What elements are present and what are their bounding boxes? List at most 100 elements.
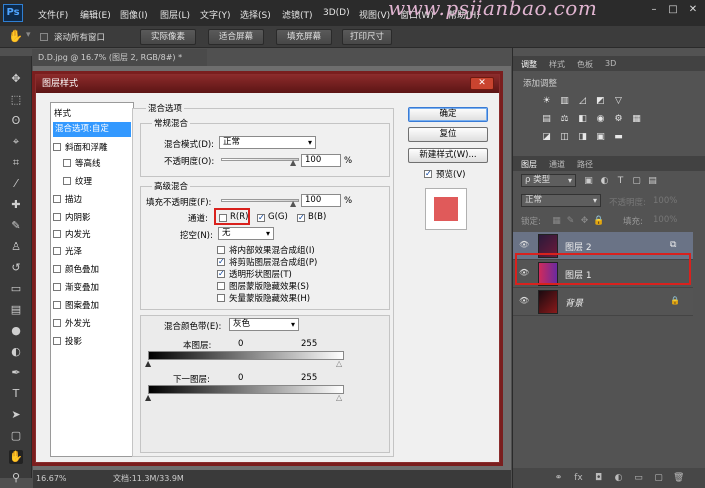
delete-layer-icon[interactable]: 🗑 <box>673 473 684 483</box>
style-item-drop-shadow[interactable]: 投影 <box>53 335 131 350</box>
dodge-tool-icon[interactable]: ◐ <box>9 345 23 359</box>
dropdown-arrow-icon[interactable]: ▾ <box>26 30 31 40</box>
channel-g-checkbox[interactable] <box>257 214 265 222</box>
add-mask-icon[interactable]: ◘ <box>593 473 604 483</box>
quick-select-tool-icon[interactable]: ⌖ <box>9 135 23 149</box>
vibrance-icon[interactable]: ▽ <box>613 96 624 106</box>
menu-layer[interactable]: 图层(L) <box>160 8 190 21</box>
underlying-white-handle-icon[interactable]: △ <box>336 393 342 402</box>
layer-filter-select[interactable]: ρ 类型 <box>521 174 576 187</box>
drop-shadow-checkbox[interactable] <box>53 337 61 345</box>
tab-adjustments[interactable]: 调整 <box>521 59 537 70</box>
satin-checkbox[interactable] <box>53 247 61 255</box>
lock-all-icon[interactable]: 🔒 <box>593 216 604 226</box>
black-white-icon[interactable]: ◧ <box>577 114 588 124</box>
channel-r-checkbox[interactable] <box>219 214 227 222</box>
color-lookup-icon[interactable]: ▦ <box>631 114 642 124</box>
channel-b-checkbox[interactable] <box>297 214 305 222</box>
blend-if-select[interactable]: 灰色 <box>229 318 299 331</box>
style-item-inner-glow[interactable]: 内发光 <box>53 228 131 243</box>
tab-paths[interactable]: 路径 <box>577 159 593 170</box>
marquee-tool-icon[interactable]: ⬚ <box>9 93 23 107</box>
fill-opacity-slider[interactable] <box>221 199 299 202</box>
actual-pixels-button[interactable]: 实际像素 <box>140 29 196 45</box>
brightness-icon[interactable]: ☀ <box>541 96 552 106</box>
hue-saturation-icon[interactable]: ▤ <box>541 114 552 124</box>
texture-checkbox[interactable] <box>63 177 71 185</box>
blur-tool-icon[interactable]: ● <box>9 324 23 338</box>
style-item-satin[interactable]: 光泽 <box>53 245 131 260</box>
visibility-eye-icon[interactable]: 👁 <box>519 240 531 250</box>
this-layer-black-handle-icon[interactable]: ▲ <box>145 359 151 368</box>
layer-row-background[interactable]: 👁 背景 🔒 <box>513 288 693 316</box>
new-group-icon[interactable]: ▭ <box>633 473 644 483</box>
gradient-map-icon[interactable]: ▬ <box>613 132 624 142</box>
blend-clipped-checkbox[interactable] <box>217 258 225 266</box>
opacity-slider[interactable] <box>221 158 299 161</box>
layer-name[interactable]: 背景 <box>565 296 583 309</box>
healing-brush-icon[interactable]: ✚ <box>9 198 23 212</box>
layer-opacity-value[interactable]: 100% <box>653 196 677 206</box>
exposure-icon[interactable]: ◩ <box>595 96 606 106</box>
menu-type[interactable]: 文字(Y) <box>200 8 231 21</box>
maximize-button[interactable]: □ <box>665 3 681 17</box>
style-item-stroke[interactable]: 描边 <box>53 193 131 208</box>
zoom-level[interactable]: 16.67% <box>36 470 67 488</box>
selective-color-icon[interactable]: ▣ <box>595 132 606 142</box>
style-item-blending-options[interactable]: 混合选项:自定 <box>53 122 131 137</box>
blend-interior-checkbox[interactable] <box>217 246 225 254</box>
fx-icon[interactable]: fx <box>573 473 584 483</box>
fill-screen-button[interactable]: 填充屏幕 <box>276 29 332 45</box>
dialog-close-button[interactable]: ✕ <box>470 77 494 90</box>
menu-edit[interactable]: 编辑(E) <box>80 8 111 21</box>
gradient-overlay-checkbox[interactable] <box>53 283 61 291</box>
tab-3d[interactable]: 3D <box>605 59 616 68</box>
tab-swatches[interactable]: 色板 <box>577 59 593 70</box>
reset-button[interactable]: 复位 <box>408 127 488 142</box>
style-item-contour[interactable]: 等高线 <box>63 157 141 172</box>
style-item-gradient-overlay[interactable]: 渐变叠加 <box>53 281 131 296</box>
menu-file[interactable]: 文件(F) <box>38 8 68 21</box>
layer-mask-hides-checkbox[interactable] <box>217 282 225 290</box>
underlying-layer-gradient[interactable] <box>148 385 344 394</box>
pen-tool-icon[interactable]: ✒ <box>9 366 23 380</box>
type-tool-icon[interactable]: T <box>9 387 23 401</box>
pattern-overlay-checkbox[interactable] <box>53 301 61 309</box>
menu-select[interactable]: 选择(S) <box>240 8 271 21</box>
lock-image-icon[interactable]: ✎ <box>565 216 576 226</box>
filter-type-icon[interactable]: T <box>615 176 626 186</box>
menu-image[interactable]: 图像(I) <box>120 8 148 21</box>
fill-opacity-input[interactable]: 100 <box>301 194 341 207</box>
fill-slider-handle-icon[interactable]: ▲ <box>290 199 296 208</box>
stroke-checkbox[interactable] <box>53 195 61 203</box>
gradient-tool-icon[interactable]: ▤ <box>9 303 23 317</box>
style-item-color-overlay[interactable]: 颜色叠加 <box>53 263 131 278</box>
invert-icon[interactable]: ◪ <box>541 132 552 142</box>
close-window-button[interactable]: ✕ <box>685 3 701 17</box>
vector-mask-hides-checkbox[interactable] <box>217 294 225 302</box>
underlying-black-handle-icon[interactable]: ▲ <box>145 393 151 402</box>
new-adjustment-icon[interactable]: ◐ <box>613 473 624 483</box>
brush-tool-icon[interactable]: ✎ <box>9 219 23 233</box>
tab-layers[interactable]: 图层 <box>521 159 537 170</box>
fill-value[interactable]: 100% <box>653 215 677 225</box>
eraser-tool-icon[interactable]: ▭ <box>9 282 23 296</box>
inner-shadow-checkbox[interactable] <box>53 213 61 221</box>
layer-blend-mode-select[interactable]: 正常 <box>521 194 601 207</box>
eyedropper-tool-icon[interactable]: ⁄ <box>9 177 23 191</box>
this-layer-white-handle-icon[interactable]: △ <box>336 359 342 368</box>
fit-screen-button[interactable]: 适合屏幕 <box>208 29 264 45</box>
color-balance-icon[interactable]: ⚖ <box>559 114 570 124</box>
menu-3d[interactable]: 3D(D) <box>323 8 350 18</box>
minimize-button[interactable]: – <box>646 3 662 17</box>
shape-tool-icon[interactable]: ▢ <box>9 429 23 443</box>
contour-checkbox[interactable] <box>63 159 71 167</box>
history-brush-icon[interactable]: ↺ <box>9 261 23 275</box>
path-select-icon[interactable]: ➤ <box>9 408 23 422</box>
style-item-pattern-overlay[interactable]: 图案叠加 <box>53 299 131 314</box>
this-layer-gradient[interactable] <box>148 351 344 360</box>
visibility-eye-icon[interactable]: 👁 <box>519 296 531 306</box>
opacity-input[interactable]: 100 <box>301 154 341 167</box>
tab-channels[interactable]: 通道 <box>549 159 565 170</box>
link-layers-icon[interactable]: ⚭ <box>553 473 564 483</box>
